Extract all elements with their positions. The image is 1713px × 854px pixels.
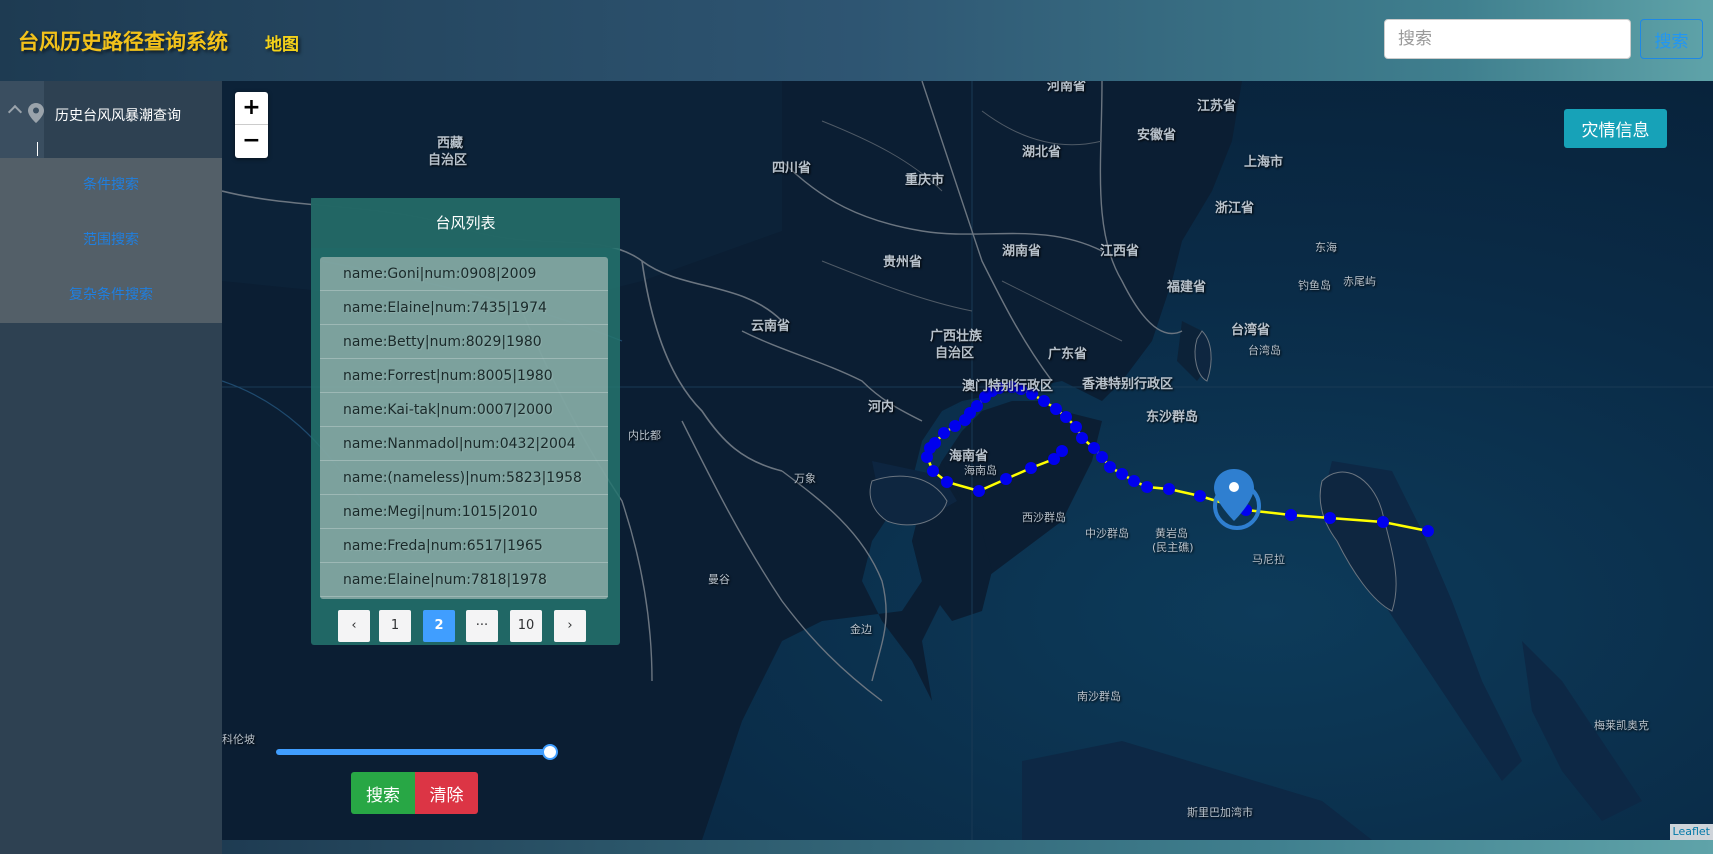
map-label: 自治区 xyxy=(935,346,975,361)
map-label: 科伦坡 xyxy=(222,733,255,746)
map-label: 江西省 xyxy=(1100,244,1140,259)
map-label: (民主礁) xyxy=(1152,541,1194,554)
map-attribution[interactable]: Leaflet xyxy=(1669,824,1713,840)
map-label: 东沙群岛 xyxy=(1146,410,1199,425)
next-page-button[interactable]: › xyxy=(554,610,586,642)
map-label: 江苏省 xyxy=(1197,99,1237,114)
pagination: ‹ 1 2 ··· 10 › xyxy=(311,610,620,642)
map-label: 湖北省 xyxy=(1022,145,1062,160)
sidebar-item-complex-search[interactable]: 复杂条件搜索 xyxy=(0,268,222,323)
page-button[interactable]: 1 xyxy=(379,610,411,642)
sidebar-item-range-search[interactable]: 范围搜索 xyxy=(0,213,222,268)
map-label: 自治区 xyxy=(428,153,468,168)
text-caret xyxy=(37,142,38,156)
map-label: 四川省 xyxy=(772,161,812,176)
typhoon-list-item[interactable]: name:Freda|num:6517|1965 xyxy=(320,529,608,563)
search-input[interactable] xyxy=(1384,19,1631,59)
nav-map-link[interactable]: 地图 xyxy=(265,30,299,55)
typhoon-list: name:Goni|num:0908|2009 name:Elaine|num:… xyxy=(320,257,608,599)
zoom-in-button[interactable]: + xyxy=(235,92,268,125)
map-label: 云南省 xyxy=(751,319,791,334)
prev-page-button[interactable]: ‹ xyxy=(338,610,370,642)
map-label: 内比都 xyxy=(628,429,661,442)
map-label: 东海 xyxy=(1315,241,1337,254)
map-label: 澳门特别行政区 xyxy=(962,379,1054,394)
page-button-active[interactable]: 2 xyxy=(423,610,455,642)
map-label: 湖南省 xyxy=(1002,244,1042,259)
sidebar-item-condition-search[interactable]: 条件搜索 xyxy=(0,158,222,213)
map-label: 上海市 xyxy=(1244,155,1284,170)
map-view[interactable]: 河南省 江苏省 安徽省 湖北省 上海市 西藏 自治区 四川省 重庆市 浙江省 贵… xyxy=(222,81,1713,840)
map-label: 马尼拉 xyxy=(1252,553,1285,566)
map-label: 台湾省 xyxy=(1231,323,1271,338)
typhoon-list-item[interactable]: name:Goni|num:0908|2009 xyxy=(320,257,608,291)
map-label: 贵州省 xyxy=(883,255,923,270)
map-label: 广东省 xyxy=(1048,347,1088,362)
map-label: 西沙群岛 xyxy=(1022,511,1066,524)
map-label: 曼谷 xyxy=(708,573,730,586)
map-label: 福建省 xyxy=(1167,280,1207,295)
time-slider-track[interactable] xyxy=(276,749,554,755)
typhoon-list-item[interactable]: name:Forrest|num:8005|1980 xyxy=(320,359,608,393)
panel-title: 台风列表 xyxy=(311,198,620,248)
map-label: 河内 xyxy=(868,400,895,415)
map-label: 浙江省 xyxy=(1215,201,1255,216)
map-label: 河南省 xyxy=(1047,81,1087,94)
map-label: 万象 xyxy=(794,472,816,485)
time-slider-handle[interactable] xyxy=(542,744,558,760)
zoom-control: + − xyxy=(235,92,268,158)
sidebar-group-header[interactable]: 历史台风风暴潮查询 xyxy=(0,81,222,158)
typhoon-list-panel: 台风列表 name:Goni|num:0908|2009 name:Elaine… xyxy=(311,198,620,645)
map-label: 海南岛 xyxy=(964,464,997,477)
typhoon-list-item[interactable]: name:Kai-tak|num:0007|2000 xyxy=(320,393,608,427)
sidebar-submenu: 条件搜索 范围搜索 复杂条件搜索 xyxy=(0,158,222,323)
map-label: 台湾岛 xyxy=(1248,344,1281,357)
page-button[interactable]: 10 xyxy=(510,610,542,642)
map-label: 安徽省 xyxy=(1137,128,1177,143)
map-label: 斯里巴加湾市 xyxy=(1187,806,1253,819)
typhoon-list-item[interactable]: name:Nanmadol|num:0432|2004 xyxy=(320,427,608,461)
typhoon-list-item[interactable]: name:(nameless)|num:5823|1958 xyxy=(320,461,608,495)
map-label: 中沙群岛 xyxy=(1085,527,1129,540)
typhoon-list-item[interactable]: name:Elaine|num:7435|1974 xyxy=(320,291,608,325)
zoom-out-button[interactable]: − xyxy=(235,125,268,158)
map-label: 重庆市 xyxy=(905,173,945,188)
app-title: 台风历史路径查询系统 xyxy=(18,30,228,54)
app-header: 台风历史路径查询系统 地图 搜索 xyxy=(0,0,1713,81)
track-search-button[interactable]: 搜索 xyxy=(351,772,415,814)
disaster-info-button[interactable]: 灾情信息 xyxy=(1564,109,1667,148)
sidebar-group-title: 历史台风风暴潮查询 xyxy=(55,108,181,124)
typhoon-list-item[interactable]: name:Elaine|num:7818|1978 xyxy=(320,563,608,597)
map-label: 钓鱼岛 xyxy=(1298,279,1331,292)
sidebar: 历史台风风暴潮查询 条件搜索 范围搜索 复杂条件搜索 xyxy=(0,81,222,854)
map-label: 南沙群岛 xyxy=(1077,690,1121,703)
location-pin-icon xyxy=(28,103,44,123)
page-ellipsis-button[interactable]: ··· xyxy=(466,610,498,642)
map-label: 金边 xyxy=(850,623,872,636)
track-clear-button[interactable]: 清除 xyxy=(415,772,478,814)
map-label: 赤尾屿 xyxy=(1343,275,1376,288)
search-button[interactable]: 搜索 xyxy=(1640,19,1703,59)
map-label: 梅莱凯奥克 xyxy=(1594,719,1649,732)
map-label: 香港特别行政区 xyxy=(1082,377,1174,392)
bottom-strip xyxy=(222,840,1713,854)
typhoon-list-item[interactable]: name:Betty|num:8029|1980 xyxy=(320,325,608,359)
typhoon-list-item[interactable]: name:Megi|num:1015|2010 xyxy=(320,495,608,529)
